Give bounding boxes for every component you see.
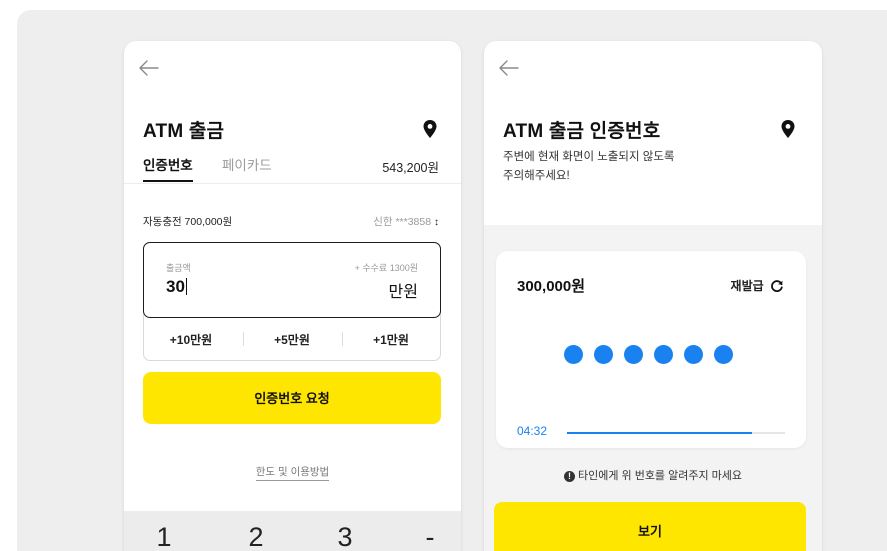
view-code-button[interactable]: 보기 <box>494 502 806 551</box>
map-pin-icon[interactable] <box>780 119 796 139</box>
privacy-notice-line2: 주의해주세요! <box>503 170 570 182</box>
quick-add-50k-button[interactable]: +5만원 <box>247 331 337 348</box>
amount-unit: 만원 <box>388 284 418 301</box>
quick-add-10k-button[interactable]: +1만원 <box>346 331 436 348</box>
arrow-left-icon[interactable] <box>498 59 520 77</box>
amount-label: 출금액 <box>166 263 191 273</box>
page-title: ATM 출금 인증번호 <box>503 121 661 142</box>
page-title: ATM 출금 <box>143 121 225 142</box>
canvas-background: ATM 출금 인증번호 페이카드 543,200원 자동충전 700,000원 … <box>17 10 887 551</box>
help-link-row: 한도 및 이용방법 <box>124 464 461 481</box>
quick-add-100k-button[interactable]: +10만원 <box>146 331 236 348</box>
code-dot <box>594 345 613 364</box>
atm-code-screen: ATM 출금 인증번호 주변에 현재 화면이 노출되지 않도록 주의해주세요! … <box>484 41 822 551</box>
fee-label: + 수수료 1300원 <box>354 263 418 273</box>
numeric-keypad: 1 2 3 - <box>124 511 461 551</box>
limits-help-link[interactable]: 한도 및 이용방법 <box>255 466 330 481</box>
arrow-left-icon[interactable] <box>138 59 160 77</box>
auto-charge-label: 자동충전 700,000원 <box>143 216 233 228</box>
text-caret <box>185 278 188 295</box>
warning-text: 타인에게 위 번호를 알려주지 마세요 <box>577 470 743 482</box>
code-dot <box>564 345 583 364</box>
code-dot <box>654 345 673 364</box>
reissue-label: 재발급 <box>730 279 764 293</box>
balance-amount: 543,200원 <box>382 161 439 175</box>
key-2[interactable]: 2 <box>226 522 286 551</box>
amount-panel: 출금액 + 수수료 1300원 30 만원 +10만원 +5만원 +1만원 <box>143 242 441 361</box>
warning-message: ! 타인에게 위 번호를 알려주지 마세요 <box>484 467 822 483</box>
amount-value-text: 30 <box>166 277 185 296</box>
withdraw-amount: 300,000원 <box>517 278 586 295</box>
code-dot <box>624 345 643 364</box>
tab-pay-card[interactable]: 페이카드 <box>222 154 272 174</box>
key-1[interactable]: 1 <box>134 522 194 551</box>
amount-input[interactable]: 출금액 + 수수료 1300원 30 만원 <box>143 242 441 318</box>
refresh-icon <box>771 280 783 292</box>
privacy-notice-line1: 주변에 현재 화면이 노출되지 않도록 <box>503 151 675 163</box>
exclamation-circle-icon: ! <box>563 471 575 482</box>
code-dot <box>714 345 733 364</box>
code-dot <box>684 345 703 364</box>
map-pin-icon[interactable] <box>422 119 438 139</box>
key-3[interactable]: 3 <box>315 522 375 551</box>
sort-arrows-icon: ↕ <box>434 217 439 228</box>
reissue-button[interactable]: 재발급 <box>731 277 784 294</box>
tab-auth-code[interactable]: 인증번호 <box>143 154 193 182</box>
account-selector[interactable]: 신한 ***3858 ↕ <box>373 214 439 229</box>
key-minus[interactable]: - <box>400 522 460 551</box>
request-code-button[interactable]: 인증번호 요청 <box>143 372 441 424</box>
timer-progress-fill <box>567 432 752 434</box>
code-card: 300,000원 재발급 04:32 <box>496 251 806 448</box>
account-label: 신한 ***3858 <box>373 216 432 228</box>
divider <box>243 332 244 346</box>
divider <box>342 332 343 346</box>
divider <box>124 183 461 184</box>
amount-value: 30 <box>166 277 188 297</box>
countdown-timer: 04:32 <box>517 424 548 438</box>
timer-progress-track <box>567 432 785 434</box>
privacy-notice: 주변에 현재 화면이 노출되지 않도록 주의해주세요! <box>503 148 674 186</box>
atm-withdraw-screen: ATM 출금 인증번호 페이카드 543,200원 자동충전 700,000원 … <box>124 41 461 551</box>
